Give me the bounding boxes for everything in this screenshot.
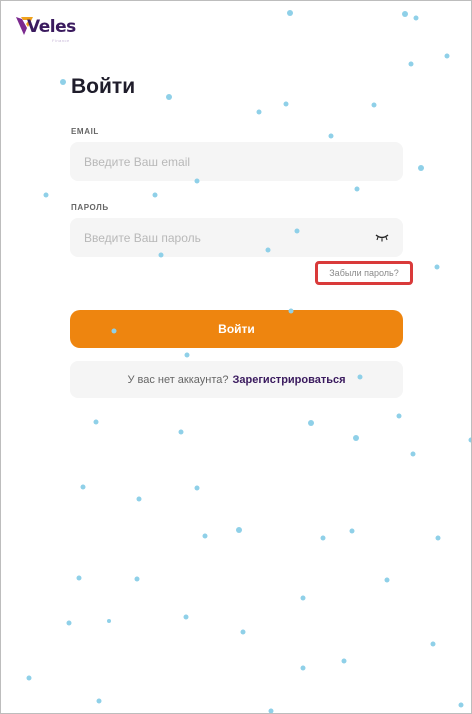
logo-wordmark: Veles	[27, 17, 76, 37]
forgot-password-link[interactable]: Забыли пароль?	[315, 261, 413, 285]
email-field-container[interactable]	[70, 142, 403, 181]
hide-password-icon[interactable]	[375, 232, 389, 242]
password-label: ПАРОЛЬ	[71, 203, 109, 212]
decorative-dots	[26, 10, 471, 713]
page-title: Войти	[71, 75, 136, 98]
logo-tagline: Finance	[52, 38, 70, 43]
signup-text: У вас нет аккаунта?	[127, 373, 229, 386]
login-button[interactable]: Войти	[70, 310, 403, 348]
email-label: EMAIL	[71, 127, 99, 136]
signup-prompt: У вас нет аккаунта? Зарегистрироваться	[70, 361, 403, 398]
register-link[interactable]: Зарегистрироваться	[233, 374, 346, 386]
veles-logo[interactable]: Veles Finance	[15, 15, 85, 43]
email-field[interactable]	[84, 154, 364, 169]
login-page: Veles Finance Войти EMAIL ПАРОЛЬ Забыли …	[0, 0, 472, 714]
password-field[interactable]	[84, 230, 364, 245]
password-field-container[interactable]	[70, 218, 403, 257]
